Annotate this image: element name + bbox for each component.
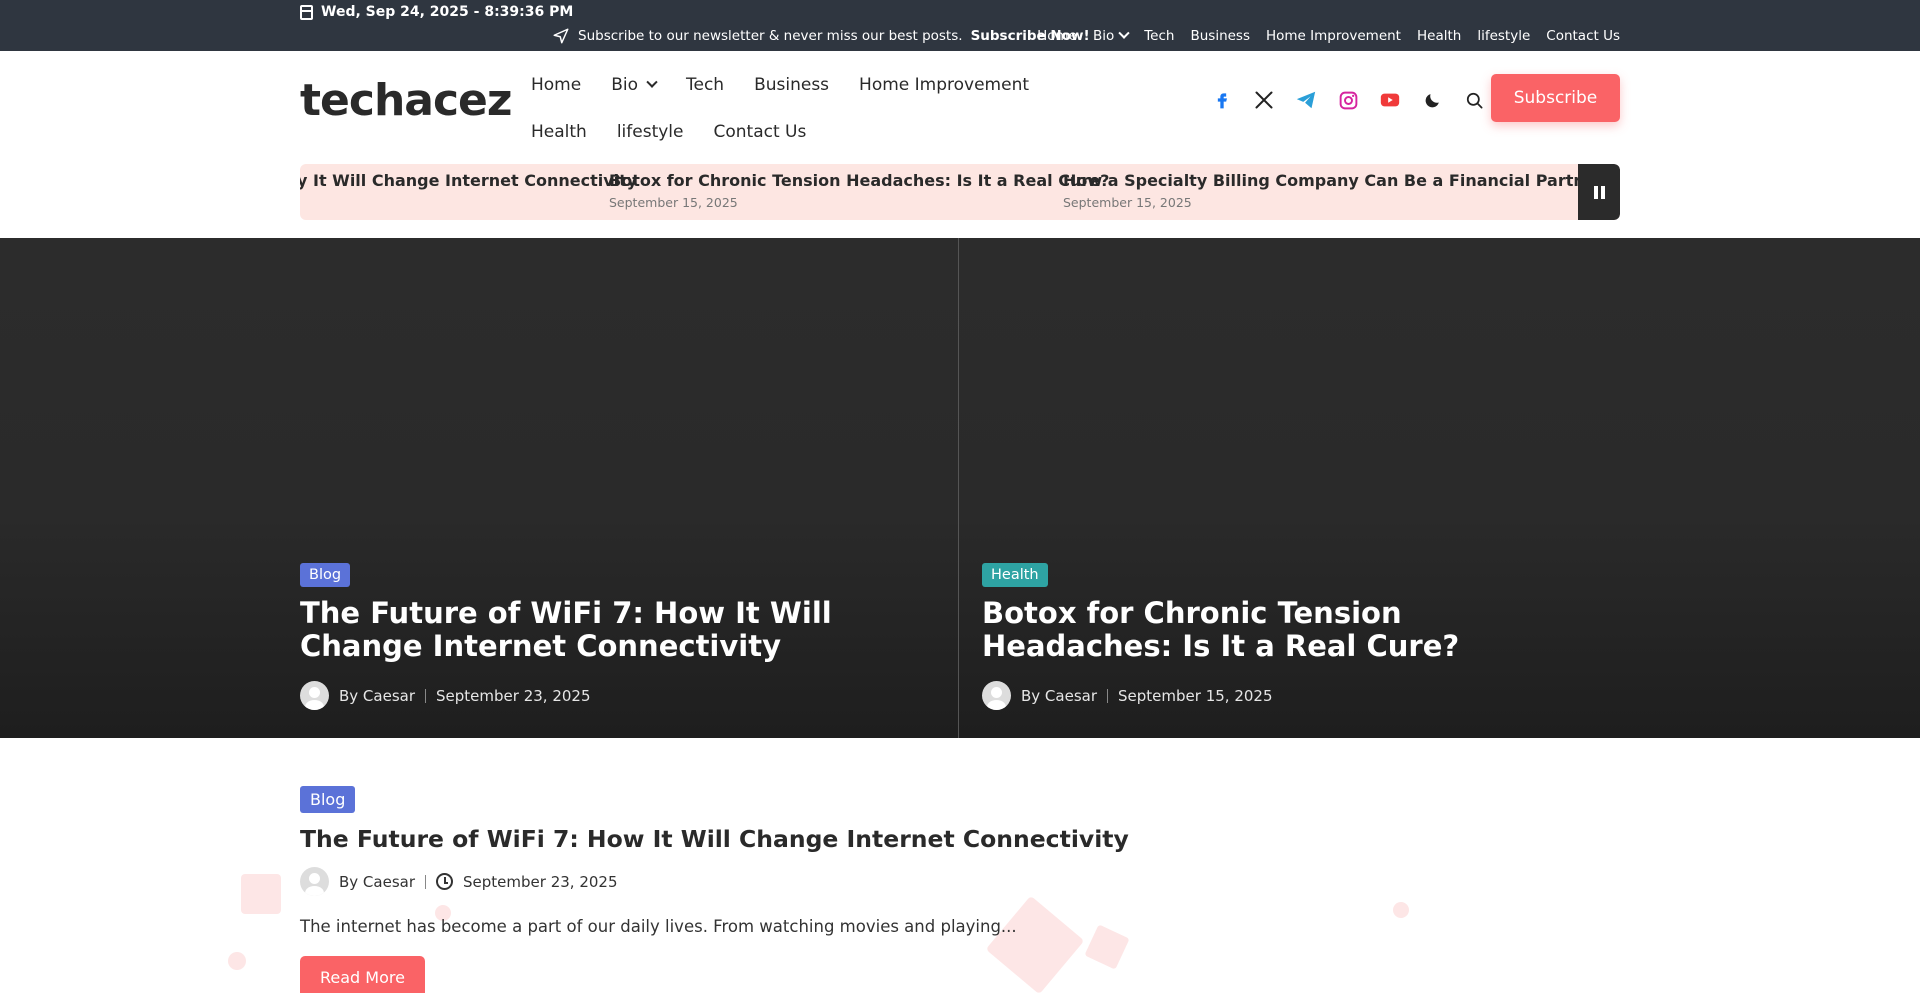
chevron-down-icon: [1118, 27, 1130, 39]
top-nav: Home Bio Tech Business Home Improvement …: [1037, 27, 1620, 44]
decor-shape: [1393, 902, 1409, 918]
news-ticker: y It Will Change Internet Connectivity B…: [300, 164, 1620, 220]
hero-post: Blog The Future of WiFi 7: How It Will C…: [300, 563, 880, 710]
site-logo[interactable]: techacez: [300, 75, 513, 126]
site-header: techacez Home Bio Tech Business Home Imp…: [0, 51, 1920, 237]
top-nav-home-improvement[interactable]: Home Improvement: [1266, 28, 1401, 44]
post-excerpt: The internet has become a part of our da…: [300, 917, 1017, 936]
pause-icon: [1600, 185, 1605, 199]
avatar: [300, 681, 329, 710]
decor-shape: [241, 874, 281, 914]
author-name[interactable]: By Caesar: [339, 873, 415, 891]
hero-divider: [958, 238, 959, 738]
telegram-icon[interactable]: [1294, 88, 1318, 112]
hero-post: Health Botox for Chronic Tension Headach…: [982, 563, 1562, 710]
meta-divider: [425, 874, 427, 889]
top-nav-bio[interactable]: Bio: [1092, 27, 1130, 44]
nav-business[interactable]: Business: [754, 61, 829, 108]
pause-icon: [1593, 185, 1598, 199]
post-date: September 23, 2025: [463, 872, 618, 891]
nav-bio-label: Bio: [611, 74, 638, 95]
top-nav-lifestyle[interactable]: lifestyle: [1477, 28, 1530, 44]
category-badge[interactable]: Health: [982, 563, 1048, 587]
post-meta: By Caesar September 23, 2025: [300, 681, 880, 710]
top-nav-contact[interactable]: Contact Us: [1546, 28, 1620, 44]
ticker-item[interactable]: y It Will Change Internet Connectivity: [300, 171, 637, 190]
ticker-title: Botox for Chronic Tension Headaches: Is …: [609, 171, 1110, 190]
category-badge[interactable]: Blog: [300, 563, 351, 587]
social-links: [1210, 88, 1486, 112]
top-nav-business[interactable]: Business: [1190, 28, 1250, 44]
avatar: [300, 867, 329, 896]
calendar-icon: [300, 4, 313, 20]
top-nav-tech[interactable]: Tech: [1144, 28, 1174, 44]
clock-icon: [436, 873, 454, 890]
newsletter-banner: Subscribe to our newsletter & never miss…: [552, 27, 1090, 45]
top-nav-bio-label: Bio: [1092, 28, 1115, 44]
read-more-button[interactable]: Read More: [300, 956, 425, 993]
post-date: September 15, 2025: [1118, 686, 1273, 705]
top-nav-home[interactable]: Home: [1037, 28, 1077, 44]
featured-post: Blog The Future of WiFi 7: How It Will C…: [300, 786, 1129, 993]
chevron-down-icon: [646, 76, 658, 88]
author-name[interactable]: By Caesar: [339, 687, 415, 705]
youtube-icon[interactable]: [1378, 88, 1402, 112]
nav-tech[interactable]: Tech: [686, 61, 724, 108]
date-text: Wed, Sep 24, 2025 - 8:39:36 PM: [321, 4, 574, 20]
nav-contact[interactable]: Contact Us: [713, 108, 806, 155]
hero-post-title[interactable]: Botox for Chronic Tension Headaches: Is …: [982, 597, 1562, 663]
hero-post-title[interactable]: The Future of WiFi 7: How It Will Change…: [300, 597, 880, 663]
dark-mode-icon[interactable]: [1420, 88, 1444, 112]
post-meta: By Caesar September 15, 2025: [982, 681, 1562, 710]
pause-button[interactable]: [1578, 164, 1620, 220]
hero-slider: Blog The Future of WiFi 7: How It Will C…: [0, 238, 1920, 738]
nav-home-improvement[interactable]: Home Improvement: [859, 61, 1029, 108]
newsletter-text: Subscribe to our newsletter & never miss…: [578, 28, 963, 44]
category-badge[interactable]: Blog: [300, 786, 356, 813]
ticker-title: y It Will Change Internet Connectivity: [300, 171, 638, 190]
date-display: Wed, Sep 24, 2025 - 8:39:36 PM: [300, 4, 573, 20]
avatar: [982, 681, 1011, 710]
facebook-icon[interactable]: [1210, 88, 1234, 112]
nav-home[interactable]: Home: [531, 61, 581, 108]
meta-divider: [425, 688, 427, 703]
decor-shape: [228, 952, 246, 970]
top-nav-health[interactable]: Health: [1417, 28, 1461, 44]
main-nav: Home Bio Tech Business Home Improvement …: [531, 61, 1111, 155]
ticker-item[interactable]: How a Specialty Billing Company Can Be a…: [1063, 171, 1620, 210]
instagram-icon[interactable]: [1336, 88, 1360, 112]
search-icon[interactable]: [1462, 88, 1486, 112]
post-date: September 23, 2025: [436, 686, 591, 705]
featured-post-title[interactable]: The Future of WiFi 7: How It Will Change…: [300, 825, 1129, 853]
ticker-date: September 15, 2025: [609, 195, 738, 210]
meta-divider: [1107, 688, 1109, 703]
send-icon: [553, 28, 569, 44]
ticker-item[interactable]: Botox for Chronic Tension Headaches: Is …: [609, 171, 1109, 210]
ticker-date: September 15, 2025: [1063, 195, 1192, 210]
x-icon[interactable]: [1252, 88, 1276, 112]
post-meta: By Caesar September 23, 2025: [300, 867, 1129, 896]
nav-health[interactable]: Health: [531, 108, 587, 155]
nav-bio[interactable]: Bio: [611, 61, 658, 108]
author-name[interactable]: By Caesar: [1021, 687, 1097, 705]
nav-lifestyle[interactable]: lifestyle: [617, 108, 684, 155]
ticker-title: How a Specialty Billing Company Can Be a…: [1063, 171, 1620, 190]
top-bar: Wed, Sep 24, 2025 - 8:39:36 PM Subscribe…: [0, 0, 1920, 51]
subscribe-button[interactable]: Subscribe: [1491, 74, 1620, 122]
